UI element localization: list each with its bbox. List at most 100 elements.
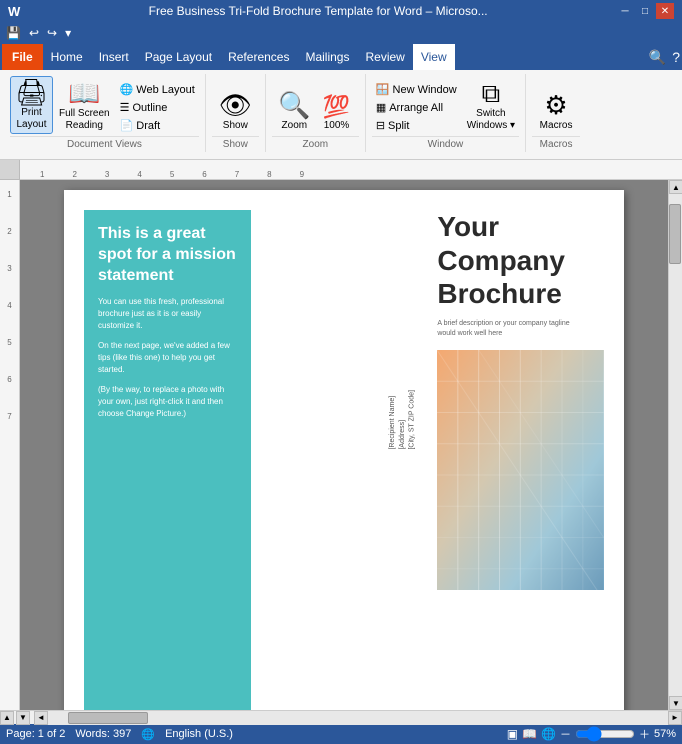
- full-screen-reading-label: Full ScreenReading: [59, 108, 110, 132]
- recipient-address: [Recipient Name][Address][City, ST ZIP C…: [388, 390, 417, 450]
- print-layout-icon: 🖨: [15, 79, 48, 105]
- arrange-all-button[interactable]: ▦ Arrange All: [372, 99, 461, 116]
- 100-percent-button[interactable]: 💯 100%: [317, 94, 357, 134]
- show-group-label: Show: [212, 136, 259, 150]
- scroll-track[interactable]: [669, 194, 682, 696]
- new-window-button[interactable]: 🪟 New Window: [372, 81, 461, 98]
- scroll-left-button[interactable]: ◄: [34, 711, 48, 725]
- title-bar: W Free Business Tri-Fold Brochure Templa…: [0, 0, 682, 22]
- zoom-icon: 🔍: [278, 92, 310, 118]
- status-right: ▣ 📖 🌐 － ＋ 57%: [507, 726, 676, 742]
- split-icon: ⊟: [376, 119, 385, 132]
- menu-references[interactable]: References: [220, 44, 297, 70]
- zoom-button[interactable]: 🔍 Zoom: [274, 90, 314, 134]
- status-bar: Page: 1 of 2 Words: 397 🌐 English (U.S.)…: [0, 724, 682, 744]
- menu-page-layout[interactable]: Page Layout: [137, 44, 220, 70]
- draft-icon: 📄: [120, 119, 134, 132]
- next-page-button[interactable]: ▼: [16, 711, 30, 725]
- building-svg: [437, 350, 604, 590]
- zoom-control[interactable]: － ＋ 57%: [560, 726, 676, 742]
- close-button[interactable]: ✕: [656, 3, 674, 19]
- teal-panel: This is a great spot for a mission state…: [84, 210, 251, 710]
- hscroll-track[interactable]: [48, 711, 668, 725]
- help-search-button[interactable]: 🔍: [649, 49, 666, 66]
- vertical-ruler: 1234567: [0, 180, 20, 710]
- split-button[interactable]: ⊟ Split: [372, 117, 461, 134]
- ruler-area: 123456789: [0, 160, 682, 180]
- menu-view[interactable]: View: [413, 44, 455, 70]
- customize-qa-button[interactable]: ▾: [63, 26, 73, 40]
- document-page: This is a great spot for a mission state…: [64, 190, 624, 710]
- vertical-scrollbar[interactable]: ▲ ▼: [668, 180, 682, 710]
- 100-percent-label: 100%: [324, 120, 350, 132]
- ribbon-group-macros: ⚙ Macros Macros: [526, 74, 586, 152]
- switch-windows-icon: ⧉: [482, 80, 501, 106]
- window-title: Free Business Tri-Fold Brochure Template…: [20, 4, 616, 18]
- draft-button[interactable]: 📄 Draft: [116, 117, 199, 134]
- arrange-all-icon: ▦: [376, 101, 386, 114]
- full-screen-reading-icon: 📖: [68, 80, 100, 106]
- zoom-slider[interactable]: [575, 726, 635, 742]
- web-layout-button[interactable]: 🌐 Web Layout: [116, 81, 199, 98]
- file-menu-button[interactable]: File: [2, 44, 43, 70]
- scroll-down-button[interactable]: ▼: [669, 696, 682, 710]
- macros-button[interactable]: ⚙ Macros: [536, 90, 577, 134]
- macros-group-label: Macros: [532, 136, 580, 150]
- view-reading-btn[interactable]: 📖: [522, 727, 537, 741]
- scroll-up-button[interactable]: ▲: [669, 180, 682, 194]
- brochure-layout: This is a great spot for a mission state…: [84, 210, 604, 710]
- horizontal-scrollbar: ▲ ▼ ◄ ►: [0, 710, 682, 724]
- menu-mailings[interactable]: Mailings: [297, 44, 357, 70]
- ruler-corner: [0, 160, 20, 180]
- macros-label: Macros: [540, 120, 573, 132]
- menu-items: Home Insert Page Layout References Maili…: [43, 44, 455, 70]
- print-layout-label: PrintLayout: [16, 107, 46, 131]
- prev-page-button[interactable]: ▲: [0, 711, 14, 725]
- ruler-marks: 123456789: [20, 160, 682, 179]
- mission-statement-headline: This is a great spot for a mission state…: [98, 224, 237, 286]
- switch-windows-button[interactable]: ⧉ SwitchWindows ▾: [463, 78, 519, 134]
- outline-icon: ☰: [120, 101, 130, 114]
- building-image: [437, 350, 604, 590]
- language-icon: 🌐: [141, 728, 155, 741]
- middle-column: [Recipient Name][Address][City, ST ZIP C…: [261, 210, 428, 710]
- help-button[interactable]: ?: [672, 49, 680, 65]
- word-count: Words: 397: [75, 728, 131, 740]
- show-icon: 👁: [219, 92, 252, 118]
- show-button[interactable]: 👁 Show: [215, 90, 256, 134]
- scroll-right-button[interactable]: ►: [668, 711, 682, 725]
- redo-qa-button[interactable]: ↪: [45, 26, 59, 40]
- save-qa-button[interactable]: 💾: [4, 26, 23, 40]
- menu-home[interactable]: Home: [43, 44, 91, 70]
- hscroll-thumb[interactable]: [68, 712, 148, 724]
- window-group-label: Window: [372, 136, 519, 150]
- document-area[interactable]: This is a great spot for a mission state…: [20, 180, 668, 710]
- zoom-out-button[interactable]: －: [560, 726, 571, 742]
- zoom-in-button[interactable]: ＋: [639, 726, 650, 742]
- page-nav-buttons: ▲ ▼: [0, 711, 30, 725]
- menu-bar: File Home Insert Page Layout References …: [0, 44, 682, 70]
- draft-label: Draft: [136, 120, 160, 132]
- print-layout-button[interactable]: 🖨 PrintLayout: [10, 76, 53, 134]
- body-text-3: (By the way, to replace a photo with you…: [98, 384, 237, 420]
- 100-percent-icon: 💯: [323, 96, 350, 118]
- macros-icon: ⚙: [544, 92, 567, 118]
- zoom-label: Zoom: [282, 120, 308, 132]
- full-screen-reading-button[interactable]: 📖 Full ScreenReading: [55, 78, 114, 134]
- view-normal-btn[interactable]: ▣: [507, 727, 518, 741]
- main-area: 1234567 This is a great spot for a missi…: [0, 180, 682, 710]
- ribbon-group-zoom: 🔍 Zoom 💯 100% Zoom: [266, 74, 366, 152]
- new-window-icon: 🪟: [376, 83, 390, 96]
- maximize-button[interactable]: □: [636, 3, 654, 19]
- ribbon-group-show: 👁 Show Show: [206, 74, 266, 152]
- minimize-button[interactable]: ─: [616, 3, 634, 19]
- arrange-all-label: Arrange All: [389, 102, 443, 114]
- undo-qa-button[interactable]: ↩: [27, 26, 41, 40]
- show-label: Show: [223, 120, 248, 132]
- page-indicator: Page: 1 of 2: [6, 728, 65, 740]
- scroll-thumb[interactable]: [669, 204, 681, 264]
- menu-review[interactable]: Review: [357, 44, 412, 70]
- menu-insert[interactable]: Insert: [91, 44, 137, 70]
- outline-button[interactable]: ☰ Outline: [116, 99, 199, 116]
- view-web-btn[interactable]: 🌐: [541, 727, 556, 741]
